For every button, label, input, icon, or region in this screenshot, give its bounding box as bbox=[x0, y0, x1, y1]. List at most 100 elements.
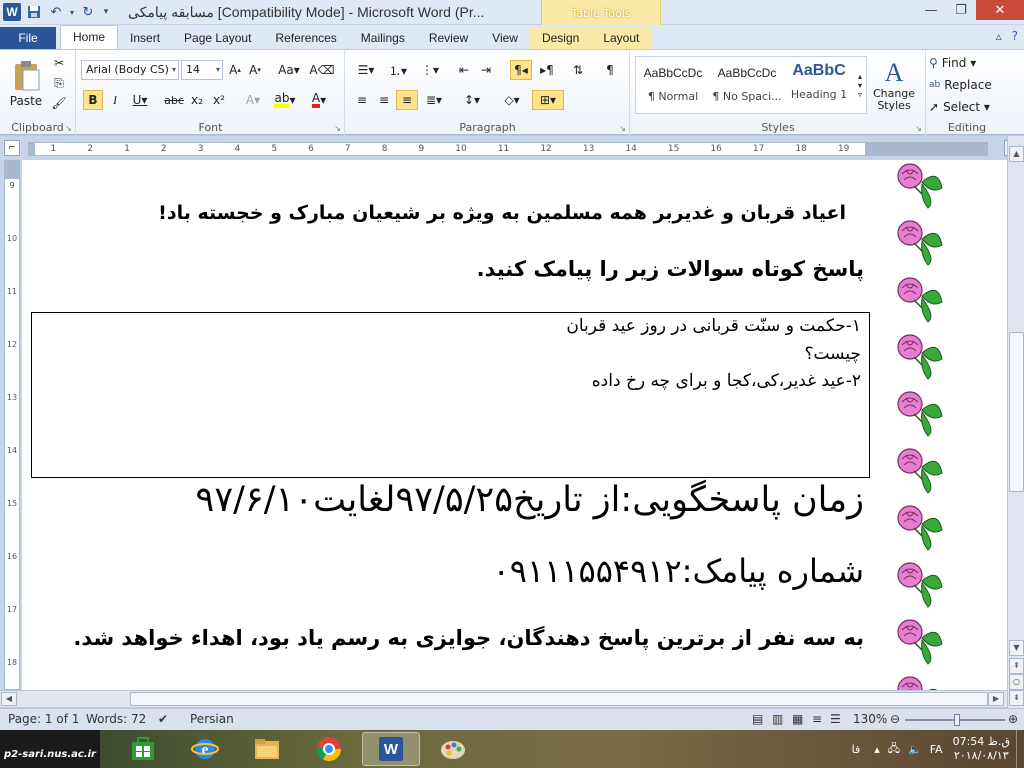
borders-button[interactable]: ⊞▾ bbox=[532, 90, 564, 110]
paint-icon[interactable] bbox=[424, 732, 482, 766]
scroll-left-icon[interactable]: ◀ bbox=[1, 692, 17, 706]
paragraph-launcher-icon[interactable]: ↘ bbox=[619, 124, 626, 133]
grow-font-icon[interactable]: A ▴ bbox=[225, 60, 245, 80]
numbering-icon[interactable]: ⒈▾ bbox=[384, 60, 412, 80]
highlight-color-icon[interactable]: ab ▾ bbox=[271, 90, 299, 110]
horizontal-ruler[interactable]: 1 2 1 2 3 4 5 6 7 8 9 10 11 12 13 14 15 16 17 18 19 bbox=[28, 142, 988, 156]
clear-formatting-icon[interactable]: A⌫ bbox=[309, 60, 334, 80]
subscript-button[interactable]: x₂ bbox=[187, 90, 207, 110]
tab-insert[interactable]: Insert bbox=[118, 27, 172, 49]
redo-icon[interactable]: ↻ bbox=[78, 2, 98, 22]
save-icon[interactable] bbox=[24, 2, 44, 22]
strikethrough-button[interactable]: abc bbox=[163, 90, 185, 110]
ltr-direction-button[interactable]: ▸¶ bbox=[536, 60, 558, 80]
close-icon[interactable]: ✕ bbox=[976, 0, 1024, 20]
show-formatting-icon[interactable]: ¶ bbox=[600, 60, 620, 80]
previous-page-icon[interactable]: ⇞ bbox=[1009, 658, 1024, 674]
word-app-icon[interactable]: W bbox=[2, 2, 22, 22]
horizontal-scrollbar[interactable]: ◀ ▶ bbox=[0, 690, 1007, 707]
scroll-up-icon[interactable]: ▲ bbox=[1009, 146, 1024, 162]
undo-icon[interactable]: ↶ bbox=[46, 2, 66, 22]
page-count[interactable]: Page: 1 of 1 bbox=[8, 712, 79, 726]
rtl-direction-button[interactable]: ¶◂ bbox=[510, 60, 532, 80]
word-taskbar-icon[interactable]: W bbox=[362, 732, 420, 766]
scroll-right-icon[interactable]: ▶ bbox=[988, 692, 1004, 706]
style-no-spacing[interactable]: AaBbCcDc ¶ No Spaci... bbox=[711, 58, 783, 110]
zoom-slider[interactable] bbox=[905, 714, 1005, 726]
style-normal[interactable]: AaBbCcDc ¶ Normal bbox=[637, 58, 709, 110]
hscroll-thumb[interactable] bbox=[130, 692, 988, 706]
show-hidden-icons-icon[interactable]: ▴ bbox=[874, 743, 880, 756]
font-name-select[interactable]: Arial (Body CS) ▾ bbox=[81, 60, 179, 80]
decrease-indent-icon[interactable]: ⇤ bbox=[454, 60, 474, 80]
clipboard-launcher-icon[interactable]: ↘ bbox=[65, 124, 72, 133]
language-indicator[interactable]: FA bbox=[930, 743, 943, 756]
web-layout-icon[interactable]: ▦ bbox=[792, 712, 803, 726]
tab-home[interactable]: Home bbox=[60, 25, 119, 49]
scroll-down-icon[interactable]: ▼ bbox=[1009, 640, 1024, 656]
paste-button[interactable]: Paste bbox=[8, 54, 44, 114]
tab-review[interactable]: Review bbox=[417, 27, 480, 49]
questions-table[interactable]: ۱-حکمت و سنّت قربانی در روز عید قربان چی… bbox=[31, 312, 870, 478]
minimize-ribbon-icon[interactable]: ▵ bbox=[996, 29, 1002, 43]
word-count[interactable]: Words: 72 bbox=[86, 712, 146, 726]
align-right-button[interactable]: ≡ bbox=[396, 90, 418, 110]
change-case-icon[interactable]: Aa▾ bbox=[275, 60, 303, 80]
sort-icon[interactable]: ⇅ bbox=[568, 60, 588, 80]
zoom-level[interactable]: 130% bbox=[853, 712, 887, 726]
line-spacing-icon[interactable]: ↕▾ bbox=[458, 90, 486, 110]
shrink-font-icon[interactable]: A ▾ bbox=[245, 60, 265, 80]
tab-layout[interactable]: Layout bbox=[591, 27, 652, 49]
cut-icon[interactable]: ✂ bbox=[50, 54, 68, 72]
undo-dropdown-icon[interactable]: ▾ bbox=[68, 2, 76, 22]
font-color-icon[interactable]: A ▾ bbox=[305, 90, 333, 110]
select-button[interactable]: ➚ Select ▾ bbox=[929, 98, 997, 116]
multilevel-list-icon[interactable]: ⋮▾ bbox=[416, 60, 444, 80]
draft-icon[interactable]: ☰ bbox=[830, 712, 841, 726]
zoom-out-icon[interactable]: ⊖ bbox=[890, 712, 900, 726]
format-painter-icon[interactable]: 🖌 bbox=[50, 94, 68, 112]
tab-references[interactable]: References bbox=[263, 27, 348, 49]
text-effects-icon[interactable]: A▾ bbox=[241, 90, 265, 110]
network-icon[interactable]: 🖧 bbox=[888, 740, 900, 759]
tab-design[interactable]: Design bbox=[529, 27, 592, 49]
customize-qat-icon[interactable]: ▾ bbox=[100, 2, 112, 22]
tray-lang-text[interactable]: فا bbox=[852, 743, 861, 756]
shading-icon[interactable]: ◇▾ bbox=[498, 90, 526, 110]
bold-button[interactable]: B bbox=[83, 90, 103, 110]
vertical-scrollbar[interactable]: ▲ ▼ ⇞ ○ ⇟ bbox=[1007, 136, 1024, 708]
document-page[interactable]: اعیاد قربان و غدیربر همه مسلمین به ویژه … bbox=[22, 160, 1007, 690]
styles-launcher-icon[interactable]: ↘ bbox=[915, 124, 922, 133]
increase-indent-icon[interactable]: ⇥ bbox=[476, 60, 496, 80]
next-page-icon[interactable]: ⇟ bbox=[1009, 690, 1024, 706]
outline-icon[interactable]: ≡ bbox=[812, 712, 822, 726]
tab-page-layout[interactable]: Page Layout bbox=[172, 27, 263, 49]
full-screen-reading-icon[interactable]: ▥ bbox=[772, 712, 783, 726]
help-icon[interactable]: ? bbox=[1012, 29, 1018, 43]
scroll-thumb[interactable] bbox=[1009, 332, 1024, 492]
replace-button[interactable]: ab Replace bbox=[929, 76, 997, 94]
minimize-icon[interactable]: — bbox=[916, 0, 946, 20]
tab-file[interactable]: File bbox=[0, 27, 56, 49]
start-area[interactable]: p2-sari.nus.ac.ir bbox=[0, 730, 100, 768]
restore-icon[interactable]: ❐ bbox=[946, 0, 976, 20]
change-styles-button[interactable]: A Change Styles bbox=[869, 54, 919, 116]
language[interactable]: Persian bbox=[190, 712, 234, 726]
font-launcher-icon[interactable]: ↘ bbox=[334, 124, 341, 133]
tab-selector[interactable]: ⌐ bbox=[4, 140, 20, 156]
align-center-icon[interactable]: ≡ bbox=[374, 90, 394, 110]
bullets-icon[interactable]: ☰▾ bbox=[352, 60, 380, 80]
underline-button[interactable]: U▾ bbox=[127, 90, 153, 110]
align-left-icon[interactable]: ≡ bbox=[352, 90, 372, 110]
proofing-icon[interactable]: ✔ bbox=[158, 712, 168, 726]
vertical-ruler[interactable]: 9 10 11 12 13 14 15 16 17 18 bbox=[4, 160, 20, 690]
store-app-icon[interactable] bbox=[114, 732, 172, 766]
tab-view[interactable]: View bbox=[480, 27, 530, 49]
copy-icon[interactable]: ⎘ bbox=[50, 74, 68, 92]
zoom-in-icon[interactable]: ⊕ bbox=[1008, 712, 1018, 726]
zoom-slider-thumb[interactable] bbox=[954, 714, 960, 726]
internet-explorer-icon[interactable]: e bbox=[176, 732, 234, 766]
clock[interactable]: 07:54 ق.ظ ۲۰۱۸/۰۸/۱۳ bbox=[953, 735, 1010, 763]
volume-icon[interactable]: 🔈 bbox=[908, 743, 922, 756]
file-explorer-icon[interactable] bbox=[238, 732, 296, 766]
